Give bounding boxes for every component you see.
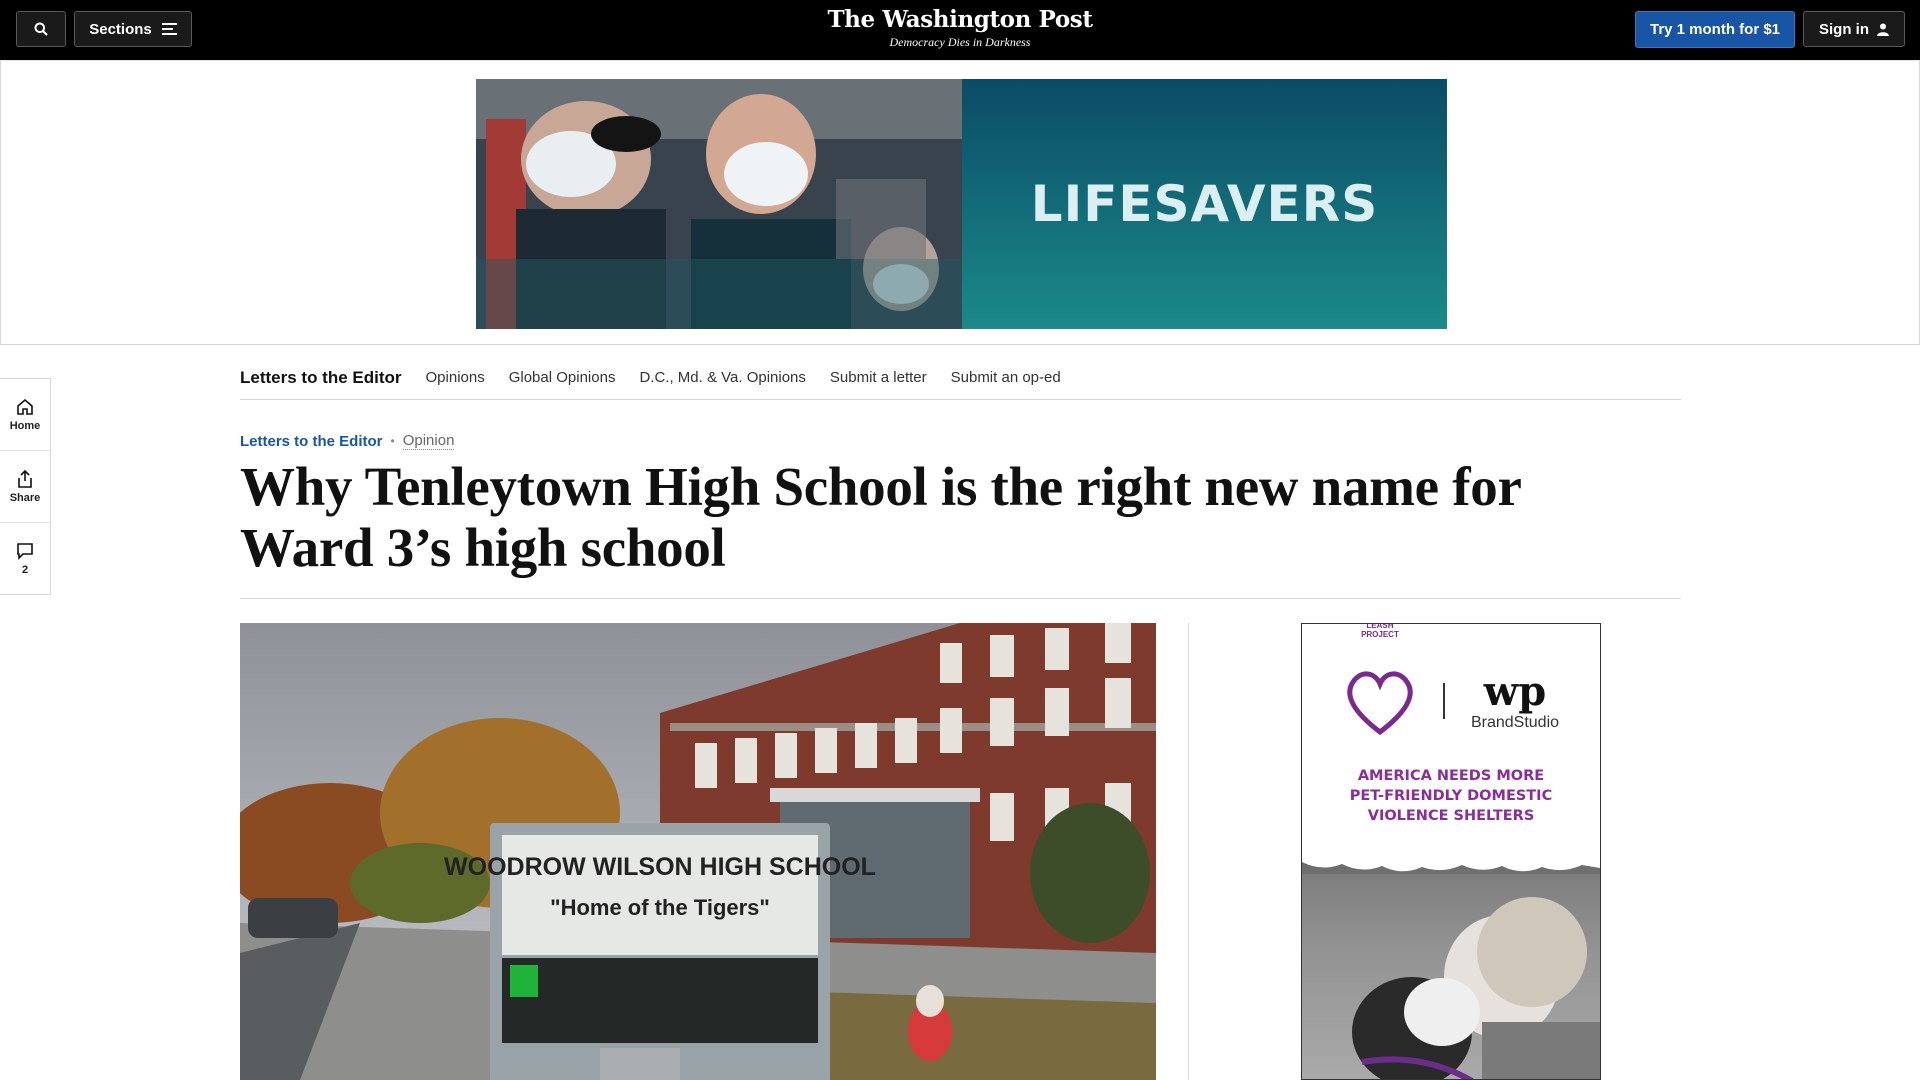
home-button[interactable]: Home: [0, 379, 50, 451]
ad-headline: LIFESAVERS: [1030, 175, 1379, 233]
home-icon: [17, 398, 33, 415]
wp-brandstudio-logo: wp BrandStudio: [1471, 670, 1559, 732]
side-ad-headline-line3: VIOLENCE SHELTERS: [1367, 808, 1535, 824]
share-label: Share: [9, 491, 41, 504]
sections-label: Sections: [89, 20, 152, 38]
kicker-opinion-label[interactable]: Opinion: [402, 432, 455, 450]
opinions-subnav: Letters to the Editor Opinions Global Op…: [240, 356, 1681, 400]
site-logo[interactable]: The Washington Post: [760, 6, 1160, 34]
subnav-section-title[interactable]: Letters to the Editor: [240, 368, 402, 388]
brandstudio-label: BrandStudio: [1470, 714, 1560, 731]
comments-count: 2: [21, 564, 29, 576]
sidebar-advertisement[interactable]: PURPLE LEASH PROJECT wp BrandStudio AMER…: [1301, 623, 1601, 1080]
heart-icon: [1347, 671, 1413, 736]
comments-button[interactable]: 2: [0, 523, 50, 595]
brand-separator: [1442, 683, 1445, 719]
article-action-rail: Home Share 2: [0, 378, 51, 595]
ad-brand-row: PURPLE LEASH PROJECT wp BrandStudio: [1302, 624, 1600, 738]
subscribe-trial-button[interactable]: Try 1 month for $1: [1635, 11, 1795, 48]
school-sign-photo: WOODROW WILSON HIGH SCHOOL "Home of the …: [240, 623, 1156, 1080]
side-ad-headline: AMERICA NEEDS MORE PET-FRIENDLY DOMESTIC…: [1302, 766, 1600, 826]
wp-logo: wp: [1483, 668, 1547, 715]
search-icon: [34, 22, 48, 36]
column-divider: [1188, 623, 1189, 1080]
share-icon: [18, 469, 32, 488]
sections-menu-button[interactable]: Sections: [74, 11, 192, 47]
ad-photo-illustration: [476, 79, 962, 329]
search-button[interactable]: [16, 11, 66, 47]
ad-lifesavers-panel[interactable]: LIFESAVERS: [962, 79, 1447, 329]
kicker-separator: •: [390, 434, 395, 448]
article-kicker: Letters to the Editor • Opinion: [240, 432, 455, 450]
side-ad-photo: [1302, 862, 1600, 1079]
headline-divider: [240, 598, 1681, 599]
comment-icon: [17, 543, 33, 560]
subnav-link-submit-op-ed[interactable]: Submit an op-ed: [951, 369, 1061, 386]
sign-text-school: WOODROW WILSON HIGH SCHOOL: [444, 853, 876, 881]
subnav-link-submit-letter[interactable]: Submit a letter: [830, 369, 927, 386]
top-advertisement: LIFESAVERS: [0, 60, 1920, 345]
article-headline: Why Tenleytown High School is the right …: [240, 456, 1521, 578]
sign-in-button[interactable]: Sign in: [1803, 11, 1905, 47]
user-icon: [1877, 23, 1889, 36]
purple-leash-logo: PURPLE LEASH PROJECT: [1343, 624, 1417, 738]
hamburger-icon: [161, 23, 177, 35]
sign-in-label: Sign in: [1819, 20, 1869, 38]
ad-photo-firefighters[interactable]: [476, 79, 962, 329]
woman-with-dog-illustration: [1302, 862, 1600, 1079]
masthead[interactable]: The Washington Post Democracy Dies in Da…: [760, 6, 1160, 50]
share-button[interactable]: Share: [0, 451, 50, 523]
kicker-section-link[interactable]: Letters to the Editor: [240, 433, 383, 450]
subnav-link-local-opinions[interactable]: D.C., Md. & Va. Opinions: [639, 369, 805, 386]
sign-text-tigers: "Home of the Tigers": [550, 895, 770, 920]
home-label: Home: [9, 419, 41, 432]
article-lead-photo[interactable]: WOODROW WILSON HIGH SCHOOL "Home of the …: [240, 623, 1156, 1080]
top-navigation-bar: Sections The Washington Post Democracy D…: [0, 0, 1920, 60]
side-ad-headline-line2: PET-FRIENDLY DOMESTIC: [1349, 788, 1553, 804]
site-tagline: Democracy Dies in Darkness: [889, 35, 1031, 49]
purple-leash-logo-text: PURPLE LEASH PROJECT: [1361, 623, 1399, 639]
subnav-link-opinions[interactable]: Opinions: [426, 369, 485, 386]
side-ad-headline-line1: AMERICA NEEDS MORE: [1357, 768, 1545, 784]
subnav-link-global-opinions[interactable]: Global Opinions: [509, 369, 616, 386]
